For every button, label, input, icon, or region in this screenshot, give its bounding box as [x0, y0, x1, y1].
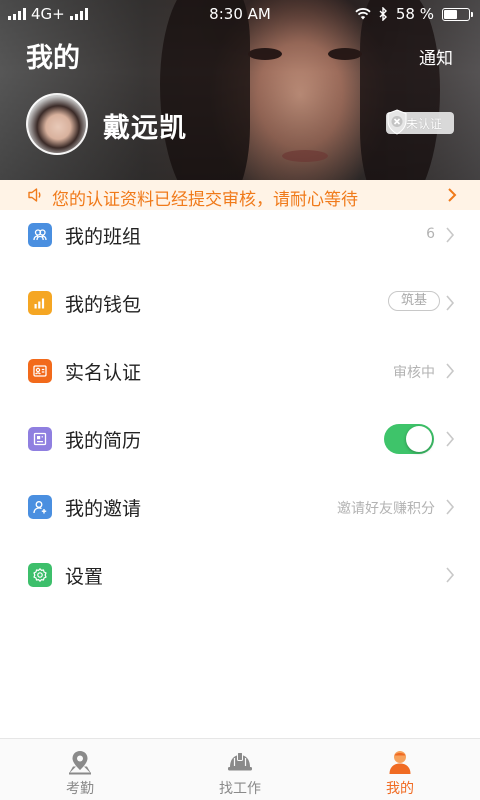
profile-menu: 我的班组 6 我的钱包 筑基 实名认证 审核中 我的简历 我的邀请 邀请好友赚积… — [0, 201, 480, 609]
menu-item-my-wallet[interactable]: 我的钱包 筑基 — [0, 269, 480, 337]
menu-item-label: 我的钱包 — [65, 294, 142, 316]
chevron-right-icon — [446, 567, 455, 583]
status-bar: 4G+ 8:30 AM 58 % — [0, 0, 480, 28]
chevron-right-icon — [446, 431, 455, 447]
battery-icon — [442, 7, 473, 21]
menu-item-my-invitations[interactable]: 我的邀请 邀请好友赚积分 — [0, 473, 480, 541]
hard-hat-icon — [228, 752, 252, 771]
tab-mine[interactable]: 我的 — [320, 739, 480, 800]
chevron-right-icon — [446, 227, 455, 243]
certification-status-label: 未认证 — [406, 116, 443, 131]
menu-item-label: 设置 — [65, 566, 104, 588]
menu-item-label: 我的简历 — [65, 430, 142, 452]
bottom-navigation: 考勤 找工作 我的 — [0, 738, 480, 800]
resume-visibility-toggle[interactable] — [384, 424, 434, 454]
menu-item-my-resume[interactable]: 我的简历 — [0, 405, 480, 473]
tab-label: 我的 — [386, 781, 414, 797]
tab-attendance[interactable]: 考勤 — [0, 739, 160, 800]
wallet-level-tag: 筑基 — [387, 291, 440, 311]
notifications-link[interactable]: 通知 — [419, 44, 453, 69]
certification-status-badge[interactable]: 未认证 — [386, 109, 454, 135]
location-pin-icon — [69, 751, 91, 775]
tab-label: 找工作 — [219, 781, 261, 797]
invite-user-icon — [28, 495, 52, 519]
settings-icon — [28, 563, 52, 587]
wifi-icon — [355, 8, 371, 20]
profile-icon — [389, 751, 411, 774]
avatar[interactable] — [26, 93, 88, 155]
page-title: 我的 — [26, 43, 80, 74]
menu-item-label: 实名认证 — [65, 362, 142, 384]
verification-status: 审核中 — [393, 365, 435, 381]
tab-find-job[interactable]: 找工作 — [160, 739, 320, 800]
shield-x-icon — [387, 109, 407, 135]
tab-label: 考勤 — [66, 781, 94, 797]
menu-item-real-name-verification[interactable]: 实名认证 审核中 — [0, 337, 480, 405]
menu-item-my-team[interactable]: 我的班组 6 — [0, 201, 480, 269]
menu-item-label: 我的班组 — [65, 226, 142, 248]
bluetooth-icon — [379, 7, 387, 21]
battery-percent: 58 % — [395, 5, 434, 23]
menu-item-settings[interactable]: 设置 — [0, 541, 480, 609]
chevron-right-icon — [446, 499, 455, 515]
menu-item-label: 我的邀请 — [65, 498, 142, 520]
profile-header: 4G+ 8:30 AM 58 % 我的 通知 戴远凯 未认证 — [0, 0, 480, 180]
id-card-icon — [28, 359, 52, 383]
resume-icon — [28, 427, 52, 451]
invite-hint: 邀请好友赚积分 — [337, 501, 435, 517]
team-count: 6 — [426, 226, 435, 242]
wallet-chart-icon — [28, 291, 52, 315]
user-name: 戴远凯 — [103, 113, 187, 144]
team-icon — [28, 223, 52, 247]
chevron-right-icon — [446, 295, 455, 311]
chevron-right-icon — [446, 363, 455, 379]
